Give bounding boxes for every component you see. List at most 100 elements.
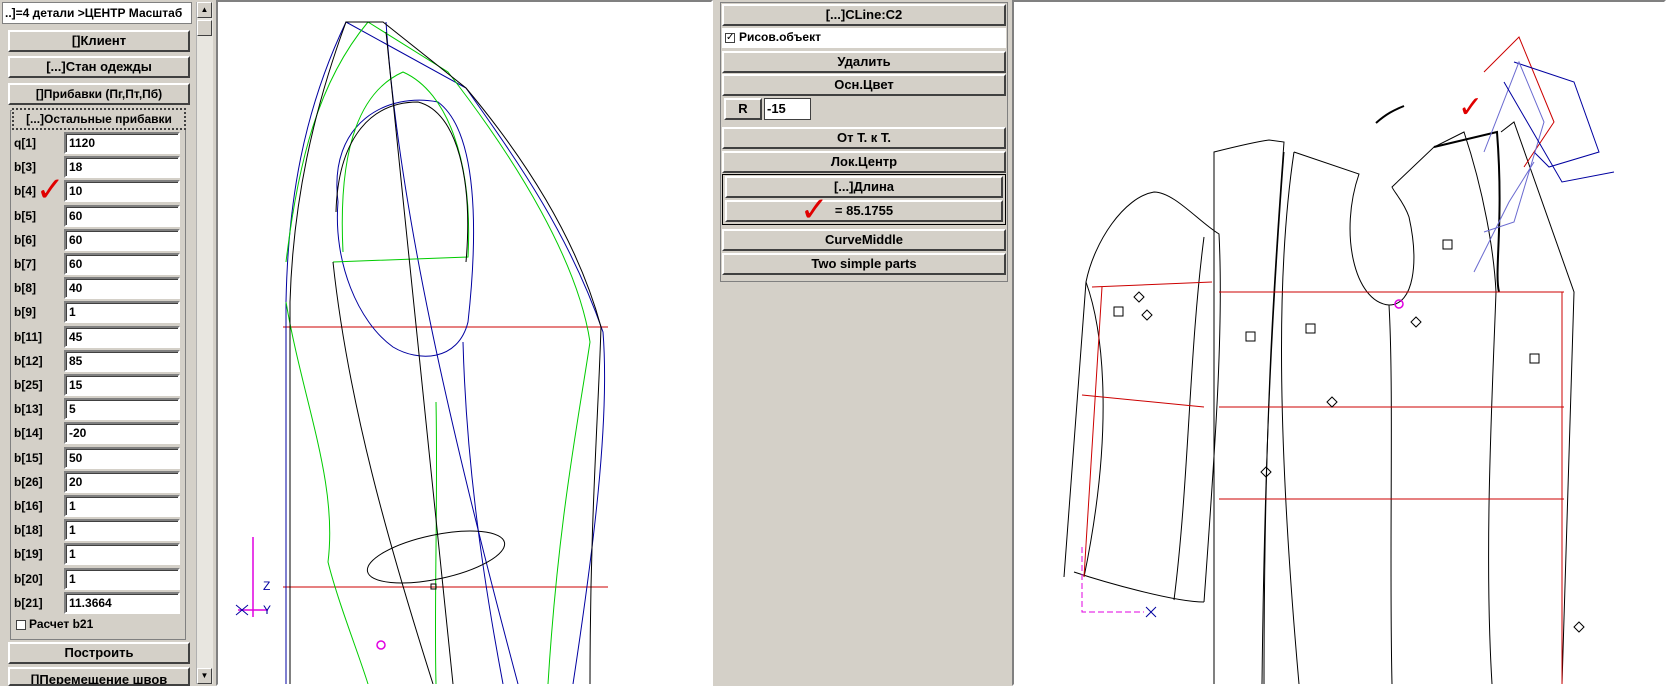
- param-value-input[interactable]: 1: [64, 495, 180, 517]
- param-label: b[19]: [14, 547, 43, 562]
- param-label: b[21]: [14, 595, 43, 610]
- param-row: b[11] 45: [14, 325, 184, 348]
- parameters-panel: ..]=4 детали >ЦЕНТР Масштаб ▲ ▼ []Клиент…: [0, 0, 214, 686]
- param-row: b[19] 1: [14, 543, 184, 566]
- param-label: b[8]: [14, 281, 36, 296]
- draw-object-row[interactable]: ✓ Рисов.объект: [722, 28, 1006, 48]
- object-panel: [...]CLine:C2 ✓ Рисов.объект Удалить Осн…: [718, 0, 1010, 686]
- length-value-button[interactable]: = 85.1755: [725, 200, 1003, 222]
- pattern-drawing: [1063, 36, 1615, 684]
- pattern-canvas[interactable]: [1012, 0, 1666, 686]
- param-row: b[14] -20: [14, 422, 184, 445]
- param-label: q[1]: [14, 136, 36, 150]
- front-edge: [332, 261, 434, 684]
- param-label: b[3]: [14, 160, 36, 175]
- param-value-input[interactable]: 85: [64, 349, 180, 372]
- draw-object-checkbox[interactable]: ✓: [725, 33, 735, 43]
- checkmark-pattern-icon: ✓: [1458, 90, 1484, 125]
- param-label: b[26]: [14, 474, 43, 489]
- param-value-input[interactable]: 60: [64, 204, 180, 227]
- param-value-input[interactable]: 10: [64, 180, 180, 203]
- param-label: b[15]: [14, 450, 43, 465]
- param-row: b[26] 20: [14, 470, 184, 493]
- param-value-input[interactable]: 60: [64, 228, 180, 251]
- param-row: q[1] 1120: [14, 132, 184, 154]
- param-value-input[interactable]: 1: [64, 301, 180, 324]
- front-panel: [1388, 131, 1497, 684]
- black-contour: [289, 21, 602, 684]
- param-value-input[interactable]: -20: [64, 422, 180, 445]
- axis-y-label: Y: [263, 603, 271, 617]
- r-button[interactable]: R: [724, 98, 762, 120]
- params-title: ..]=4 детали >ЦЕНТР Масштаб: [2, 2, 192, 24]
- param-label: b[13]: [14, 402, 43, 417]
- back-panel: [1213, 139, 1285, 684]
- param-value-input[interactable]: 50: [64, 446, 180, 469]
- move-seams-button[interactable]: []Перемещение швов: [8, 667, 190, 686]
- params-scrollbar[interactable]: ▲ ▼: [196, 2, 213, 684]
- param-row: b[13] 5: [14, 398, 184, 421]
- calc-b21-checkbox[interactable]: [16, 620, 26, 630]
- marker-circle: [376, 640, 386, 650]
- calc-b21-label: Расчет b21: [29, 617, 94, 631]
- param-value-input[interactable]: 60: [64, 253, 180, 275]
- param-row: b[12] 85: [14, 349, 184, 372]
- param-value-input[interactable]: 15: [64, 374, 180, 396]
- param-row: b[8] 40: [14, 277, 184, 300]
- scroll-thumb[interactable]: [197, 20, 212, 36]
- param-value-input[interactable]: 18: [64, 156, 180, 179]
- param-label: b[6]: [14, 232, 36, 247]
- param-value-input[interactable]: 1: [64, 543, 180, 566]
- param-label: b[25]: [14, 378, 43, 392]
- client-button[interactable]: []Клиент: [8, 30, 190, 52]
- sleeve-outline: [1063, 191, 1221, 603]
- param-label: b[11]: [14, 329, 43, 344]
- param-row: b[20] 1: [14, 567, 184, 590]
- blue-armhole: [336, 99, 475, 357]
- from-point-button[interactable]: От Т. к Т.: [722, 127, 1006, 149]
- param-label: b[4]: [14, 184, 36, 199]
- param-value-input[interactable]: 40: [64, 277, 180, 300]
- param-label: b[9]: [14, 305, 36, 320]
- scroll-up-icon[interactable]: ▲: [197, 2, 212, 18]
- curve-middle-button[interactable]: CurveMiddle: [722, 229, 1006, 251]
- main-color-button[interactable]: Осн.Цвет: [722, 74, 1006, 96]
- param-value-input[interactable]: 11.3664: [64, 591, 180, 614]
- param-value-input[interactable]: 5: [64, 398, 180, 421]
- length-header-button[interactable]: [...]Длина: [725, 176, 1003, 198]
- two-simple-parts-button[interactable]: Two simple parts: [722, 253, 1006, 275]
- param-value-input[interactable]: 20: [64, 470, 180, 493]
- param-label: b[7]: [14, 257, 36, 271]
- detail-canvas[interactable]: Z Y: [216, 0, 713, 686]
- param-value-input[interactable]: 45: [64, 325, 180, 348]
- build-button[interactable]: Построить: [8, 642, 190, 664]
- param-label: b[20]: [14, 571, 43, 586]
- local-center-button[interactable]: Лок.Центр: [722, 151, 1006, 173]
- param-row: b[9] 1: [14, 301, 184, 324]
- param-row: b[21] 11.3664: [14, 591, 184, 614]
- stan-button[interactable]: [...]Стан одежды: [8, 56, 190, 78]
- param-value-input[interactable]: 1: [64, 519, 180, 542]
- cline-button[interactable]: [...]CLine:C2: [722, 4, 1006, 26]
- pribavki-button[interactable]: []Прибавки (Пг,Пт,Пб): [8, 83, 190, 105]
- param-row: b[15] 50: [14, 446, 184, 469]
- other-additions-button[interactable]: [...]Остальные прибавки: [12, 108, 186, 130]
- param-value-input[interactable]: 1120: [64, 132, 180, 154]
- scroll-down-icon[interactable]: ▼: [197, 668, 212, 684]
- param-row: b[25] 15: [14, 374, 184, 396]
- r-input[interactable]: -15: [764, 98, 811, 120]
- param-row: b[16] 1: [14, 495, 184, 517]
- param-label: b[12]: [14, 353, 43, 368]
- param-row: b[6] 60: [14, 228, 184, 251]
- blue-contour: [285, 21, 606, 684]
- delete-button[interactable]: Удалить: [722, 51, 1006, 73]
- green-contour: [285, 21, 591, 684]
- param-label: b[5]: [14, 208, 36, 223]
- axis-z-label: Z: [263, 579, 270, 593]
- param-value-input[interactable]: 1: [64, 567, 180, 590]
- param-row: b[18] 1: [14, 519, 184, 542]
- checkmark-length-icon: ✓: [800, 190, 829, 230]
- green-armhole: [332, 71, 470, 263]
- checkmark-b4-icon: ✓: [36, 170, 65, 210]
- draw-object-label: Рисов.объект: [739, 30, 821, 44]
